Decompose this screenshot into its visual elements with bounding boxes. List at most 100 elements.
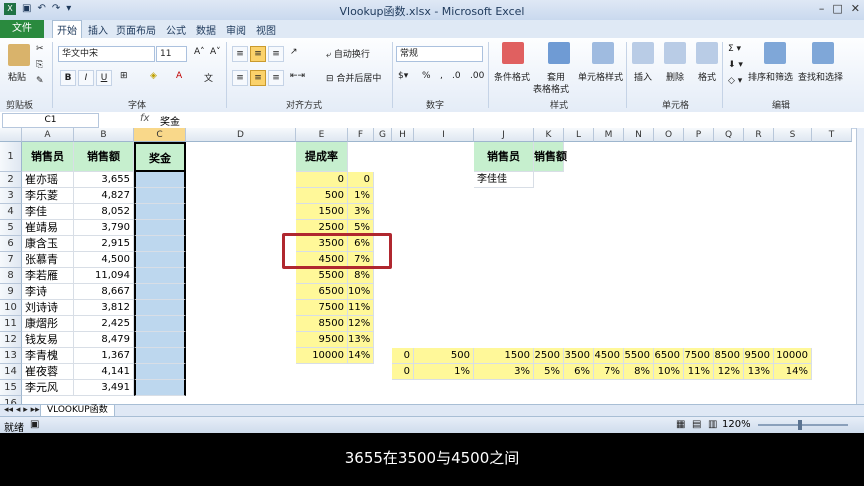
- autosum-icon[interactable]: Σ ▾: [728, 44, 741, 54]
- cell-h-rate[interactable]: 6%: [564, 364, 594, 380]
- cell-h-rate[interactable]: 10%: [654, 364, 684, 380]
- cell-j2[interactable]: 李佳佳: [474, 172, 534, 188]
- column-header-i[interactable]: I: [414, 128, 474, 142]
- minimize-icon[interactable]: –: [819, 2, 825, 15]
- find-select-label[interactable]: 查找和选择: [798, 70, 843, 83]
- sort-filter-icon[interactable]: [764, 42, 786, 64]
- cell-h-rate[interactable]: 5%: [534, 364, 564, 380]
- indent-icon[interactable]: ⇤⇥: [290, 71, 305, 81]
- row-header-6[interactable]: 6: [0, 236, 22, 252]
- cell-sales-amount[interactable]: 1,367: [74, 348, 134, 364]
- cell-rate-value[interactable]: 10%: [348, 284, 374, 300]
- column-header-j[interactable]: J: [474, 128, 534, 142]
- paste-icon[interactable]: [8, 44, 30, 66]
- column-header-m[interactable]: M: [594, 128, 624, 142]
- tab-data[interactable]: 数据: [196, 22, 216, 37]
- spreadsheet-grid[interactable]: A B C D E F G H I J K L M N O P Q R S T 1 2 3 4 5 6 7 8 9 10 11 12 13 14 1…: [0, 128, 856, 404]
- cell-h-rate[interactable]: 0: [392, 364, 414, 380]
- row-header-4[interactable]: 4: [0, 204, 22, 220]
- cell-rate-threshold[interactable]: 7500: [296, 300, 348, 316]
- cell-salesperson[interactable]: 刘诗诗: [22, 300, 74, 316]
- cell-salesperson[interactable]: 李佳: [22, 204, 74, 220]
- font-size-combo[interactable]: 11: [156, 46, 187, 62]
- insert-label[interactable]: 插入: [634, 70, 652, 83]
- currency-icon[interactable]: $▾: [398, 71, 408, 81]
- table-format-icon[interactable]: [548, 42, 570, 64]
- row-header-7[interactable]: 7: [0, 252, 22, 268]
- cell-sales-amount[interactable]: 4,500: [74, 252, 134, 268]
- table-format-label-2[interactable]: 表格格式: [533, 82, 569, 95]
- name-box[interactable]: C1: [2, 113, 99, 128]
- cell-h-rate[interactable]: 13%: [744, 364, 774, 380]
- cell-sales-amount[interactable]: 11,094: [74, 268, 134, 284]
- font-color-icon[interactable]: A: [176, 71, 182, 81]
- cell-k1-header[interactable]: 销售额: [534, 142, 567, 172]
- format-painter-icon[interactable]: ✎: [36, 76, 44, 86]
- cell-sales-amount[interactable]: 3,655: [74, 172, 134, 188]
- format-label[interactable]: 格式: [698, 70, 716, 83]
- cell-salesperson[interactable]: 李诗: [22, 284, 74, 300]
- cell-bonus[interactable]: [134, 284, 186, 300]
- cell-bonus[interactable]: [134, 204, 186, 220]
- percent-button[interactable]: %: [422, 71, 431, 81]
- shrink-font-icon[interactable]: A˅: [210, 47, 221, 57]
- cell-h-threshold[interactable]: 7500: [684, 348, 714, 364]
- cell-rate-threshold[interactable]: 9500: [296, 332, 348, 348]
- cell-rate-threshold[interactable]: 1500: [296, 204, 348, 220]
- tab-file[interactable]: 文件: [0, 20, 44, 38]
- cell-bonus[interactable]: [134, 236, 186, 252]
- row-header-11[interactable]: 11: [0, 316, 22, 332]
- column-header-s[interactable]: S: [774, 128, 812, 142]
- cell-bonus[interactable]: [134, 268, 186, 284]
- cell-salesperson[interactable]: 崔夜蓉: [22, 364, 74, 380]
- cell-rate-threshold[interactable]: 0: [296, 172, 348, 188]
- cell-c1-header[interactable]: 奖金: [134, 142, 186, 172]
- cell-rate-value[interactable]: 13%: [348, 332, 374, 348]
- cell-h-rate[interactable]: 1%: [414, 364, 474, 380]
- wrap-text-button[interactable]: ⤶ 自动换行: [326, 47, 370, 60]
- cell-bonus[interactable]: [134, 348, 186, 364]
- row-header-2[interactable]: 2: [0, 172, 22, 188]
- cell-salesperson[interactable]: 崔靖易: [22, 220, 74, 236]
- cell-salesperson[interactable]: 崔亦瑶: [22, 172, 74, 188]
- cell-h-rate[interactable]: 3%: [474, 364, 534, 380]
- cut-icon[interactable]: ✂: [36, 44, 44, 54]
- cell-a1-header[interactable]: 销售员: [22, 142, 74, 172]
- column-header-a[interactable]: A: [22, 128, 74, 142]
- cell-sales-amount[interactable]: 2,425: [74, 316, 134, 332]
- grow-font-icon[interactable]: A˄: [194, 47, 205, 57]
- align-middle-icon[interactable]: ≡: [250, 46, 266, 62]
- row-header-12[interactable]: 12: [0, 332, 22, 348]
- border-icon[interactable]: ⊞: [120, 71, 128, 81]
- cell-h-threshold[interactable]: 0: [392, 348, 414, 364]
- column-header-h[interactable]: H: [392, 128, 414, 142]
- cell-h-rate[interactable]: 14%: [774, 364, 812, 380]
- find-select-icon[interactable]: [812, 42, 834, 64]
- align-bottom-icon[interactable]: ≡: [268, 46, 284, 62]
- cell-style-icon[interactable]: [592, 42, 614, 64]
- row-header-16[interactable]: 16: [0, 396, 22, 404]
- cell-e1-header[interactable]: 提成率: [296, 142, 348, 172]
- cell-rate-threshold[interactable]: 8500: [296, 316, 348, 332]
- underline-button[interactable]: U: [96, 70, 112, 86]
- cell-sales-amount[interactable]: 4,141: [74, 364, 134, 380]
- close-icon[interactable]: ✕: [851, 2, 860, 15]
- cell-rate-threshold[interactable]: 6500: [296, 284, 348, 300]
- cell-h-rate[interactable]: 12%: [714, 364, 744, 380]
- cell-sales-amount[interactable]: 3,790: [74, 220, 134, 236]
- align-right-icon[interactable]: ≡: [268, 70, 284, 86]
- cell-sales-amount[interactable]: 2,915: [74, 236, 134, 252]
- cell-sales-amount[interactable]: 8,479: [74, 332, 134, 348]
- tab-insert[interactable]: 插入: [88, 22, 108, 37]
- cell-h-rate[interactable]: 7%: [594, 364, 624, 380]
- column-header-r[interactable]: R: [744, 128, 774, 142]
- tab-page-layout[interactable]: 页面布局: [116, 22, 156, 37]
- tab-review[interactable]: 审阅: [226, 22, 246, 37]
- zoom-level[interactable]: 120%: [722, 419, 751, 430]
- orientation-icon[interactable]: ↗: [290, 47, 298, 57]
- font-name-combo[interactable]: 华文中宋: [58, 46, 155, 62]
- cell-h-threshold[interactable]: 5500: [624, 348, 654, 364]
- column-header-q[interactable]: Q: [714, 128, 744, 142]
- column-header-o[interactable]: O: [654, 128, 684, 142]
- cell-bonus[interactable]: [134, 220, 186, 236]
